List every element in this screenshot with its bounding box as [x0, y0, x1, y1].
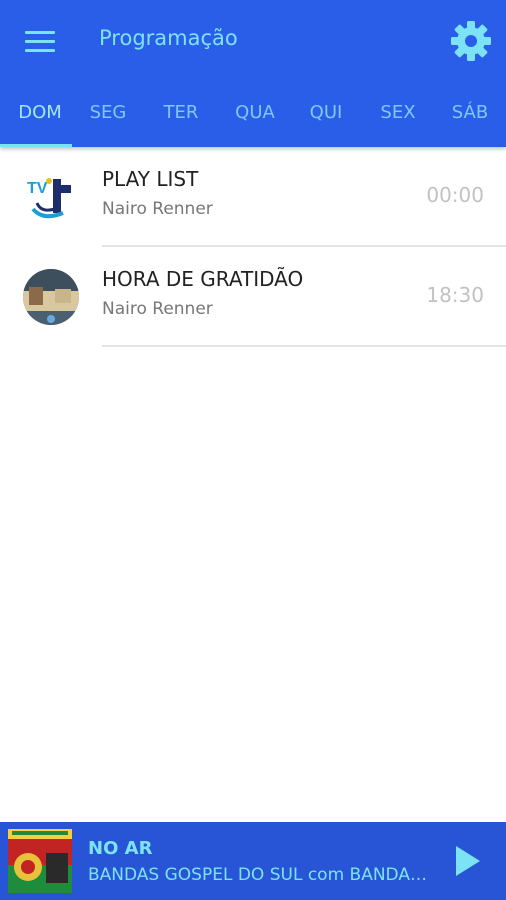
page-title: Programação: [99, 26, 238, 50]
tab-ter[interactable]: TER: [145, 92, 217, 144]
tv-logo-thumb: TV: [23, 169, 79, 225]
program-title: HORA DE GRATIDÃO: [102, 267, 304, 291]
tab-sab[interactable]: SÁB: [434, 92, 506, 144]
tab-qui[interactable]: QUI: [290, 92, 362, 144]
album-art-thumb: [8, 829, 72, 893]
hamburger-menu-icon[interactable]: [16, 22, 64, 62]
on-air-label: NO AR: [88, 838, 153, 859]
schedule-item[interactable]: HORA DE GRATIDÃO Nairo Renner 18:30: [0, 247, 506, 347]
svg-text:TV: TV: [27, 180, 48, 197]
day-tabs: DOM SEG TER QUA QUI SEX SÁB: [0, 92, 506, 147]
program-host: Nairo Renner: [102, 299, 213, 319]
program-host: Nairo Renner: [102, 199, 213, 219]
tab-sex[interactable]: SEX: [362, 92, 434, 144]
app-bar: Programação DOM SEG TER QUA QUI SEX SÁB: [0, 0, 506, 147]
now-playing-bar[interactable]: NO AR BANDAS GOSPEL DO SUL com BANDAS GO…: [0, 822, 506, 900]
divider: [102, 345, 506, 347]
gear-icon[interactable]: [446, 18, 496, 64]
program-photo-thumb: [23, 269, 79, 325]
schedule-item[interactable]: TV PLAY LIST Nairo Renner 00:00: [0, 147, 506, 247]
tab-seg[interactable]: SEG: [72, 92, 144, 144]
program-title: PLAY LIST: [102, 167, 199, 191]
tab-qua[interactable]: QUA: [219, 92, 291, 144]
play-icon[interactable]: [446, 840, 488, 882]
program-time: 00:00: [426, 183, 484, 207]
now-playing-text: BANDAS GOSPEL DO SUL com BANDAS GOSPEL D…: [88, 865, 433, 885]
program-time: 18:30: [426, 283, 484, 307]
tab-dom[interactable]: DOM: [4, 92, 76, 144]
